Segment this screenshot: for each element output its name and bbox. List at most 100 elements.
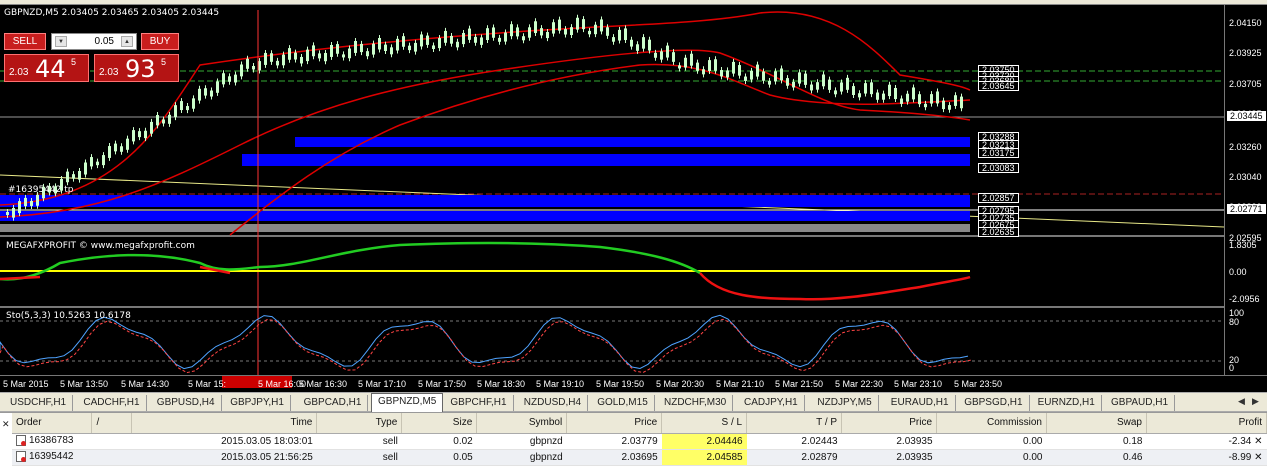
- tab-cadchf-h1[interactable]: CADCHF,H1: [77, 395, 147, 411]
- col-time[interactable]: Time: [131, 413, 318, 434]
- candle-body: [678, 65, 681, 69]
- candle-body: [306, 49, 309, 62]
- tab-usdchf-h1[interactable]: USDCHF,H1: [4, 395, 74, 411]
- candle-body: [876, 92, 879, 100]
- candle-body: [264, 52, 267, 65]
- candle-body: [888, 84, 891, 97]
- candle-body: [456, 41, 459, 48]
- candle-body: [498, 37, 501, 42]
- col-take-profit[interactable]: T / P: [746, 413, 843, 434]
- col-type[interactable]: Type: [316, 413, 403, 434]
- col-swap[interactable]: Swap: [1046, 413, 1147, 434]
- col-size[interactable]: Size: [401, 413, 478, 434]
- stop-loss-cell[interactable]: 2.04446: [661, 433, 747, 450]
- chart-area[interactable]: GBPNZD,M5 2.03405 2.03465 2.03405 2.0344…: [0, 5, 1267, 392]
- tab-gold-m15[interactable]: GOLD,M15: [591, 395, 655, 411]
- tab-gbpusd-h4[interactable]: GBPUSD,H4: [151, 395, 222, 411]
- tab-gbpcad-h1[interactable]: GBPCAD,H1: [298, 395, 369, 411]
- candle-body: [294, 52, 297, 60]
- table-row[interactable]: 16395442 2015.03.05 21:56:25 sell 0.05 g…: [12, 449, 1267, 466]
- lot-down-icon[interactable]: ▼: [55, 36, 67, 47]
- lower-band: [229, 63, 971, 236]
- close-icon[interactable]: ✕: [2, 419, 10, 430]
- candle-body: [216, 81, 219, 93]
- col-stop-loss[interactable]: S / L: [661, 413, 748, 434]
- time-tick: 5 Mar 15:: [188, 379, 227, 389]
- level-price-label: 2.02635: [978, 227, 1019, 237]
- sell-quote-prefix: 2.03: [9, 67, 29, 78]
- tab-nzdusd-h4[interactable]: NZDUSD,H4: [518, 395, 589, 411]
- take-profit-cell[interactable]: 2.02879: [746, 449, 842, 466]
- col-profit[interactable]: Profit: [1146, 413, 1267, 434]
- indicator2-tick: 80: [1229, 317, 1240, 327]
- col-open-price[interactable]: Price: [566, 413, 663, 434]
- tab-gbpchf-h1[interactable]: GBPCHF,H1: [444, 395, 514, 411]
- candle-body: [636, 44, 639, 51]
- metatrader-window: GBPNZD,M5 2.03405 2.03465 2.03405 2.0344…: [0, 0, 1267, 474]
- candle-body: [186, 106, 189, 111]
- order-cell: 16386783: [12, 433, 132, 450]
- candle-body: [822, 74, 825, 87]
- time-tick: 5 Mar 21:50: [775, 379, 824, 389]
- candle-body: [558, 19, 561, 31]
- sell-quote-button[interactable]: 2.03 44 5: [4, 54, 89, 83]
- candle-body: [336, 44, 339, 54]
- candle-body: [474, 36, 477, 43]
- candle-body: [798, 72, 801, 84]
- tab-gbpnzd-m5[interactable]: GBPNZD,M5: [371, 393, 444, 412]
- table-row[interactable]: 16386783 2015.03.05 18:03:01 sell 0.02 g…: [12, 433, 1267, 450]
- indicator1-tick: -2.0956: [1229, 294, 1260, 304]
- order-id: 16395442: [29, 451, 74, 463]
- candle-body: [144, 130, 147, 139]
- col-commission[interactable]: Commission: [936, 413, 1047, 434]
- candle-body: [618, 29, 621, 41]
- tab-euraud-h1[interactable]: EURAUD,H1: [885, 395, 956, 411]
- stop-loss-cell[interactable]: 2.04585: [661, 449, 747, 466]
- candle-body: [504, 32, 507, 42]
- candle-body: [720, 70, 723, 77]
- tab-gbpjpy-h1[interactable]: GBPJPY,H1: [224, 395, 291, 411]
- tab-cadjpy-h1[interactable]: CADJPY,H1: [738, 395, 805, 411]
- close-order-icon[interactable]: ✕: [1254, 452, 1262, 463]
- close-order-icon[interactable]: ✕: [1254, 436, 1262, 447]
- candle-body: [108, 146, 111, 158]
- price-chart-canvas[interactable]: [0, 5, 1267, 392]
- tab-gbpaud-h1[interactable]: GBPAUD,H1: [1105, 395, 1176, 411]
- tab-nzdjpy-m5[interactable]: NZDJPY,M5: [811, 395, 879, 411]
- col-current-price[interactable]: Price: [841, 413, 938, 434]
- candle-body: [534, 21, 537, 34]
- tab-scroll-left-icon[interactable]: ◀: [1238, 396, 1245, 407]
- candle-body: [252, 65, 255, 70]
- buy-button[interactable]: BUY: [141, 33, 179, 50]
- candle-body: [318, 53, 321, 59]
- tab-nzdchf-m30[interactable]: NZDCHF,M30: [658, 395, 734, 411]
- tab-eurnzd-h1[interactable]: EURNZD,H1: [1032, 395, 1102, 411]
- sell-button[interactable]: SELL: [4, 33, 46, 50]
- candle-body: [870, 82, 873, 95]
- tab-scroll-right-icon[interactable]: ▶: [1252, 396, 1259, 407]
- order-id: 16386783: [29, 435, 74, 447]
- take-profit-cell[interactable]: 2.02443: [746, 433, 842, 450]
- price-tick: 2.03705: [1229, 79, 1262, 89]
- lot-up-icon[interactable]: ▲: [121, 36, 133, 47]
- candle-body: [72, 174, 75, 179]
- candle-body: [162, 119, 165, 124]
- candle-body: [276, 60, 279, 66]
- sort-indicator[interactable]: /: [91, 413, 133, 434]
- candle-body: [930, 94, 933, 104]
- col-order[interactable]: Order: [12, 413, 93, 434]
- candle-body: [918, 94, 921, 105]
- candle-body: [288, 48, 291, 60]
- stoch-signal-line: [0, 318, 972, 374]
- tab-gbpsgd-h1[interactable]: GBPSGD,H1: [958, 395, 1030, 411]
- candle-body: [84, 162, 87, 175]
- candle-body: [444, 30, 447, 43]
- candle-body: [354, 40, 357, 53]
- candle-body: [726, 70, 729, 78]
- lot-size-field[interactable]: ▼ 0.05 ▲: [51, 33, 137, 50]
- candle-body: [642, 37, 645, 49]
- buy-quote-button[interactable]: 2.03 93 5: [94, 54, 179, 83]
- profit-cell: -8.99 ✕: [1146, 449, 1267, 466]
- candle-body: [372, 43, 375, 55]
- col-symbol[interactable]: Symbol: [476, 413, 568, 434]
